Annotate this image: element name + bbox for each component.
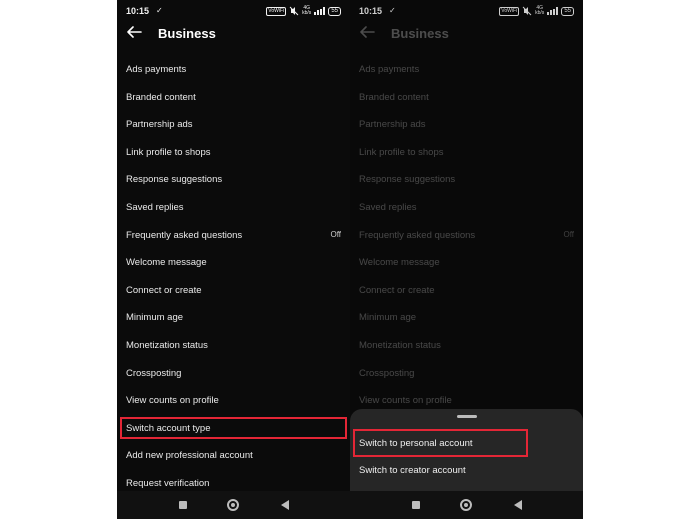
settings-item-view-counts[interactable]: View counts on profile bbox=[117, 387, 350, 415]
back-arrow-icon[interactable] bbox=[124, 22, 144, 42]
settings-item-label: Link profile to shops bbox=[126, 146, 211, 158]
phone-screen-business-settings: 10:15 ✓ VoWiFi 4G kb/s 55 Business Ads pa… bbox=[117, 0, 350, 519]
settings-item-response-suggestions[interactable]: Response suggestions bbox=[117, 166, 350, 194]
system-nav-bar bbox=[350, 491, 583, 519]
settings-item-label: Connect or create bbox=[126, 284, 202, 296]
header: Business bbox=[117, 20, 350, 46]
back-triangle-icon[interactable] bbox=[281, 500, 289, 510]
status-bar: 10:15 ✓ VoWiFi 4G kb/s 55 bbox=[117, 0, 350, 22]
settings-item-label: Branded content bbox=[126, 91, 196, 103]
highlight-box-switch-account-type bbox=[120, 417, 347, 439]
settings-item-label: View counts on profile bbox=[126, 395, 219, 407]
drag-handle[interactable] bbox=[457, 415, 477, 418]
back-triangle-icon[interactable] bbox=[514, 500, 522, 510]
vowifi-icon: VoWiFi bbox=[266, 6, 287, 16]
settings-item-label: Saved replies bbox=[126, 201, 184, 213]
signal-icon bbox=[314, 7, 326, 15]
recents-icon[interactable] bbox=[179, 501, 187, 509]
settings-item-label: Request verification bbox=[126, 477, 210, 489]
battery-icon: 55 bbox=[328, 6, 341, 16]
settings-item-label: Crossposting bbox=[126, 367, 182, 379]
home-icon[interactable] bbox=[460, 499, 472, 511]
system-nav-bar bbox=[117, 491, 350, 519]
status-icons: VoWiFi 4G kb/s 55 bbox=[266, 6, 341, 16]
settings-item-minimum-age[interactable]: Minimum age bbox=[117, 304, 350, 332]
silent-icon bbox=[289, 6, 299, 16]
settings-item-label: Response suggestions bbox=[126, 174, 223, 186]
settings-item-label: Ads payments bbox=[126, 64, 187, 75]
settings-item-monetization-status[interactable]: Monetization status bbox=[117, 332, 350, 360]
settings-item-value: Off bbox=[330, 229, 341, 239]
settings-item-branded-content[interactable]: Branded content bbox=[117, 84, 350, 112]
settings-item-label: Frequently asked questions bbox=[126, 229, 243, 241]
recents-icon[interactable] bbox=[412, 501, 420, 509]
phone-screen-switch-account-sheet: 10:15 ✓ VoWiFi 4G kb/s 55 Business Ads pa… bbox=[350, 0, 583, 519]
highlight-box-switch-to-personal bbox=[353, 429, 528, 457]
page-title: Business bbox=[158, 26, 216, 41]
settings-item-label: Partnership ads bbox=[126, 119, 193, 131]
settings-item-label: Monetization status bbox=[126, 339, 208, 351]
settings-item-label: Minimum age bbox=[126, 312, 184, 324]
home-icon[interactable] bbox=[227, 499, 239, 511]
status-time: 10:15 bbox=[126, 6, 150, 16]
settings-item-crossposting[interactable]: Crossposting bbox=[117, 360, 350, 388]
settings-item-add-professional-account[interactable]: Add new professional account bbox=[117, 442, 350, 470]
settings-item-connect-or-create[interactable]: Connect or create bbox=[117, 277, 350, 305]
settings-item-label: Add new professional account bbox=[126, 450, 253, 462]
settings-item-link-profile-to-shops[interactable]: Link profile to shops bbox=[117, 139, 350, 167]
settings-item-partnership-ads[interactable]: Partnership ads bbox=[117, 111, 350, 139]
settings-item-ads-payments[interactable]: Ads payments bbox=[117, 56, 350, 84]
switch-to-creator-button[interactable]: Switch to creator account bbox=[359, 465, 466, 476]
check-icon: ✓ bbox=[156, 6, 163, 15]
settings-item-label: Welcome message bbox=[126, 257, 207, 269]
settings-item-welcome-message[interactable]: Welcome message bbox=[117, 249, 350, 277]
settings-item-faq[interactable]: Frequently asked questions Off bbox=[117, 222, 350, 250]
network-speed-icon: 4G kb/s bbox=[302, 5, 312, 16]
settings-item-saved-replies[interactable]: Saved replies bbox=[117, 194, 350, 222]
